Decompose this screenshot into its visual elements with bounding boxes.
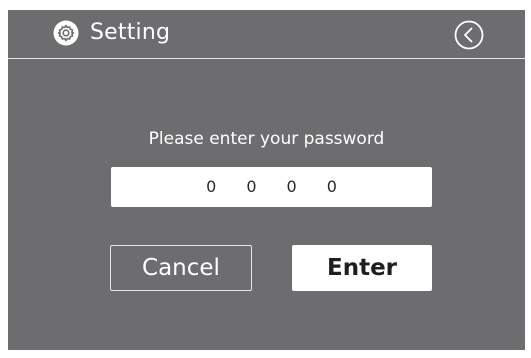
header-bar: Setting — [8, 10, 525, 57]
back-button[interactable] — [454, 20, 484, 50]
chevron-left-icon — [464, 27, 473, 43]
settings-screen: Setting Please enter your password 0 0 0… — [8, 10, 525, 350]
password-digit: 0 — [326, 177, 337, 196]
header-divider — [8, 58, 525, 59]
password-prompt: Please enter your password — [148, 129, 385, 149]
password-digit: 0 — [246, 177, 257, 196]
password-input[interactable]: 0 0 0 0 — [111, 167, 432, 207]
cancel-button[interactable]: Cancel — [110, 245, 252, 291]
enter-button[interactable]: Enter — [292, 245, 432, 291]
gear-icon — [53, 20, 79, 46]
password-digit: 0 — [286, 177, 297, 196]
page-title: Setting — [90, 20, 171, 45]
password-digit: 0 — [206, 177, 217, 196]
